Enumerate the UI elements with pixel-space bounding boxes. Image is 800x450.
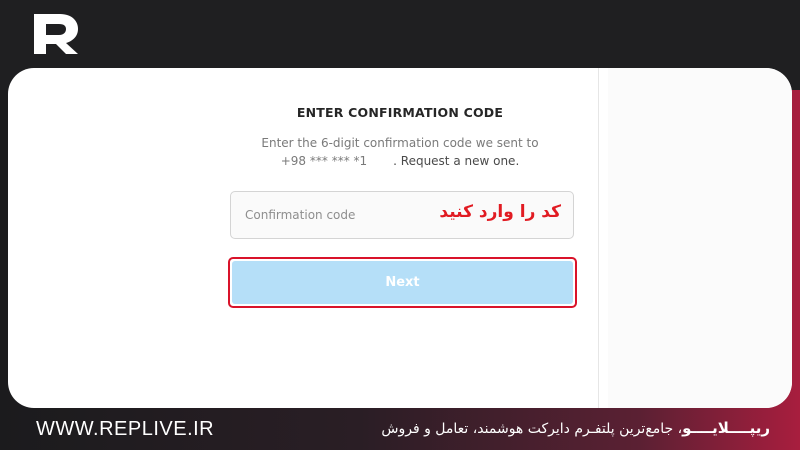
website-url: WWW.REPLIVE.IR [36, 418, 215, 440]
footer-tagline: ریپــــلایــــو، جامع‌ترین پلتفـرم دایرک… [381, 419, 770, 437]
next-button-label: Next [385, 275, 420, 290]
confirmation-description: Enter the 6-digit confirmation code we s… [208, 134, 592, 170]
masked-phone-number: +98 *** *** *1 [280, 154, 368, 168]
next-button[interactable]: Next [232, 261, 573, 304]
page-title: ENTER CONFIRMATION CODE [296, 105, 504, 120]
side-panel [608, 68, 792, 408]
confirmation-code-field[interactable]: کد را وارد کنید [230, 191, 574, 239]
confirmation-code-input[interactable] [245, 192, 425, 238]
request-new-code-link[interactable]: . Request a new one. [393, 154, 519, 168]
enter-code-annotation: کد را وارد کنید [439, 202, 561, 222]
next-button-highlight[interactable]: Next [228, 257, 577, 308]
description-text: Enter the 6-digit confirmation code we s… [261, 136, 539, 150]
divider [598, 68, 599, 408]
main-card: ENTER CONFIRMATION CODE Enter the 6-digi… [8, 68, 792, 408]
tagline-brand: ریپــــلایــــو [682, 419, 770, 437]
replive-logo-icon [34, 14, 78, 54]
tagline-text: ، جامع‌ترین پلتفـرم دایرکت هوشمند، تعامل… [381, 421, 683, 437]
